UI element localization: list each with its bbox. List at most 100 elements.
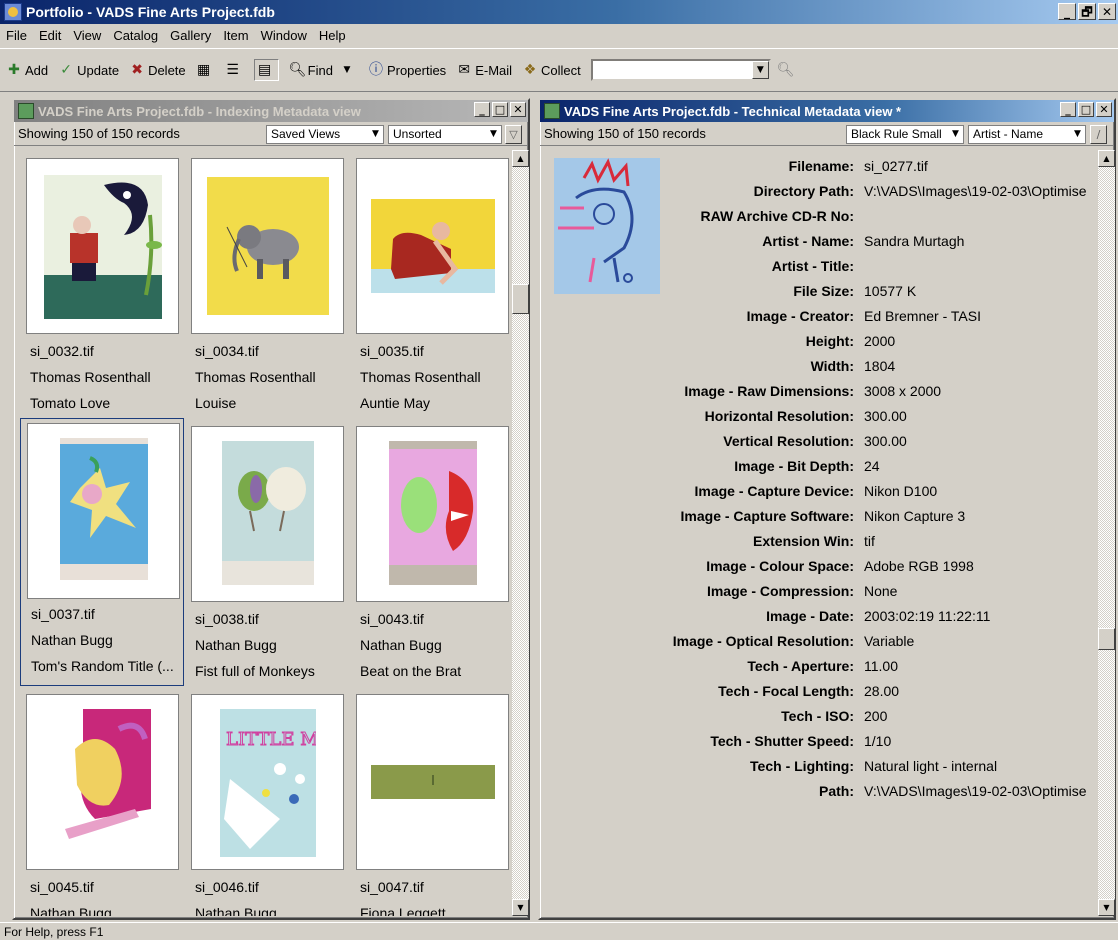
metadata-field-row[interactable]: Artist - Title:	[542, 254, 1098, 279]
list-view-button[interactable]: ☰	[225, 62, 244, 78]
metadata-field-row[interactable]: Image - Optical Resolution: Variable	[542, 629, 1098, 654]
chevron-down-icon[interactable]: ▼	[486, 126, 501, 143]
metadata-field-value[interactable]: 2000	[864, 329, 1098, 354]
record-view-button[interactable]: ▤	[253, 59, 279, 81]
thumbnail-frame[interactable]	[26, 694, 179, 870]
metadata-field-value[interactable]: Ed Bremner - TASI	[864, 304, 1098, 329]
thumbnail-item[interactable]: LITTLE MISS si_0046.tif Nathan Bugg	[181, 686, 345, 916]
metadata-field-value[interactable]: 300.00	[864, 404, 1098, 429]
metadata-field-row[interactable]: Directory Path: V:\VADS\Images\19-02-03\O…	[542, 179, 1098, 204]
maximize-button[interactable]: □	[1078, 102, 1094, 117]
menu-window[interactable]: Window	[261, 28, 307, 43]
thumbnail-item[interactable]: si_0034.tif Thomas Rosenthall Louise	[181, 150, 345, 412]
metadata-field-row[interactable]: Tech - Lighting: Natural light - internal	[542, 754, 1098, 779]
metadata-field-value[interactable]: V:\VADS\Images\19-02-03\Optimise	[864, 179, 1098, 204]
metadata-field-row[interactable]: Image - Raw Dimensions: 3008 x 2000	[542, 379, 1098, 404]
metadata-field-row[interactable]: Image - Colour Space: Adobe RGB 1998	[542, 554, 1098, 579]
sort-select[interactable]: Unsorted ▼	[388, 125, 502, 144]
scroll-down-button[interactable]: ▼	[1098, 899, 1115, 916]
thumbnail-frame[interactable]	[27, 423, 180, 599]
vertical-scrollbar[interactable]: ▲ ▼	[1098, 150, 1115, 916]
thumbnail-frame[interactable]	[191, 158, 344, 334]
thumbnail-item[interactable]: si_0045.tif Nathan Bugg	[16, 686, 180, 916]
metadata-field-value[interactable]: 1/10	[864, 729, 1098, 754]
close-button[interactable]: ✕	[510, 102, 526, 117]
minimize-button[interactable]: _	[1058, 3, 1076, 20]
metadata-field-value[interactable]: 2003:02:19 11:22:11	[864, 604, 1098, 629]
find-button[interactable]: 🔍︎ Find ▼	[289, 62, 358, 78]
metadata-field-row[interactable]: Image - Bit Depth: 24	[542, 454, 1098, 479]
template-select[interactable]: Black Rule Small ▼	[846, 125, 964, 144]
main-title-bar[interactable]: Portfolio - VADS Fine Arts Project.fdb _…	[0, 0, 1118, 24]
delete-button[interactable]: ✖ Delete	[129, 62, 185, 78]
metadata-field-value[interactable]: 24	[864, 454, 1098, 479]
sort-select[interactable]: Artist - Name ▼	[968, 125, 1086, 144]
scrollbar-thumb[interactable]	[512, 284, 529, 314]
metadata-field-value[interactable]: Nikon D100	[864, 479, 1098, 504]
metadata-field-row[interactable]: Filename: si_0277.tif	[542, 154, 1098, 179]
metadata-field-value[interactable]: 11.00	[864, 654, 1098, 679]
properties-button[interactable]: ⓘ Properties	[368, 62, 446, 78]
thumbnail-frame[interactable]	[356, 426, 509, 602]
scrollbar-thumb[interactable]	[1098, 628, 1115, 650]
thumbnail-item[interactable]: si_0043.tif Nathan Bugg Beat on the Brat	[346, 418, 510, 680]
thumbnail-item[interactable]: si_0032.tif Thomas Rosenthall Tomato Lov…	[16, 150, 180, 412]
chevron-down-icon[interactable]: ▼	[751, 61, 769, 79]
collect-button[interactable]: ❖ Collect	[522, 62, 581, 78]
metadata-field-row[interactable]: Width: 1804	[542, 354, 1098, 379]
metadata-field-row[interactable]: Tech - ISO: 200	[542, 704, 1098, 729]
email-button[interactable]: ✉ E-Mail	[456, 62, 512, 78]
metadata-field-value[interactable]: Adobe RGB 1998	[864, 554, 1098, 579]
thumbnail-item[interactable]: si_0047.tif Fiona Leggett	[346, 686, 510, 916]
metadata-field-row[interactable]: Image - Capture Device: Nikon D100	[542, 479, 1098, 504]
close-button[interactable]: ✕	[1096, 102, 1112, 117]
filter-button[interactable]: ▽	[505, 125, 522, 144]
metadata-field-value[interactable]: 300.00	[864, 429, 1098, 454]
chevron-down-icon[interactable]: ▼	[948, 126, 963, 143]
metadata-field-row[interactable]: Horizontal Resolution: 300.00	[542, 404, 1098, 429]
metadata-field-row[interactable]: File Size: 10577 K	[542, 279, 1098, 304]
scroll-up-button[interactable]: ▲	[512, 150, 529, 167]
metadata-field-row[interactable]: Image - Capture Software: Nikon Capture 3	[542, 504, 1098, 529]
scroll-up-button[interactable]: ▲	[1098, 150, 1115, 167]
indexing-view-title-bar[interactable]: VADS Fine Arts Project.fdb - Indexing Me…	[14, 100, 528, 122]
chevron-down-icon[interactable]: ▼	[368, 126, 383, 143]
add-button[interactable]: ✚ Add	[6, 62, 48, 78]
metadata-field-row[interactable]: Extension Win: tif	[542, 529, 1098, 554]
technical-view-title-bar[interactable]: VADS Fine Arts Project.fdb - Technical M…	[540, 100, 1114, 122]
menu-file[interactable]: File	[6, 28, 27, 43]
dropdown-arrow-icon[interactable]: ▼	[339, 62, 355, 78]
metadata-field-value[interactable]: Nikon Capture 3	[864, 504, 1098, 529]
metadata-field-row[interactable]: Image - Compression: None	[542, 579, 1098, 604]
thumbnail-item-selected[interactable]: si_0037.tif Nathan Bugg Tom's Random Tit…	[20, 418, 184, 686]
portfolio-app-icon[interactable]	[4, 3, 22, 21]
menu-catalog[interactable]: Catalog	[113, 28, 158, 43]
metadata-field-row[interactable]: Tech - Aperture: 11.00	[542, 654, 1098, 679]
thumbnail-item[interactable]: si_0038.tif Nathan Bugg Fist full of Mon…	[181, 418, 345, 680]
find-combo-input[interactable]: ▼	[590, 59, 771, 81]
metadata-field-row[interactable]: Height: 2000	[542, 329, 1098, 354]
metadata-field-value[interactable]: tif	[864, 529, 1098, 554]
metadata-field-value[interactable]: 28.00	[864, 679, 1098, 704]
metadata-field-row[interactable]: Image - Date: 2003:02:19 11:22:11	[542, 604, 1098, 629]
maximize-button[interactable]: □	[492, 102, 508, 117]
metadata-field-value[interactable]: 1804	[864, 354, 1098, 379]
menu-view[interactable]: View	[73, 28, 101, 43]
quick-find-button[interactable]: 🔍︎	[777, 62, 796, 78]
restore-button[interactable]: 🗗	[1078, 3, 1096, 20]
menu-edit[interactable]: Edit	[39, 28, 61, 43]
vertical-scrollbar[interactable]: ▲ ▼	[512, 150, 529, 916]
metadata-field-value[interactable]: 10577 K	[864, 279, 1098, 304]
thumbnail-frame[interactable]	[26, 158, 179, 334]
metadata-field-value[interactable]: None	[864, 579, 1098, 604]
metadata-field-row[interactable]: Tech - Shutter Speed: 1/10	[542, 729, 1098, 754]
metadata-field-row[interactable]: Vertical Resolution: 300.00	[542, 429, 1098, 454]
metadata-field-value[interactable]: 200	[864, 704, 1098, 729]
minimize-button[interactable]: _	[474, 102, 490, 117]
saved-views-select[interactable]: Saved Views ▼	[266, 125, 384, 144]
scroll-down-button[interactable]: ▼	[512, 899, 529, 916]
thumbnail-frame[interactable]	[356, 158, 509, 334]
thumbnail-view-button[interactable]: ▦	[196, 62, 215, 78]
update-button[interactable]: ✓ Update	[58, 62, 119, 78]
thumbnail-frame[interactable]	[356, 694, 509, 870]
